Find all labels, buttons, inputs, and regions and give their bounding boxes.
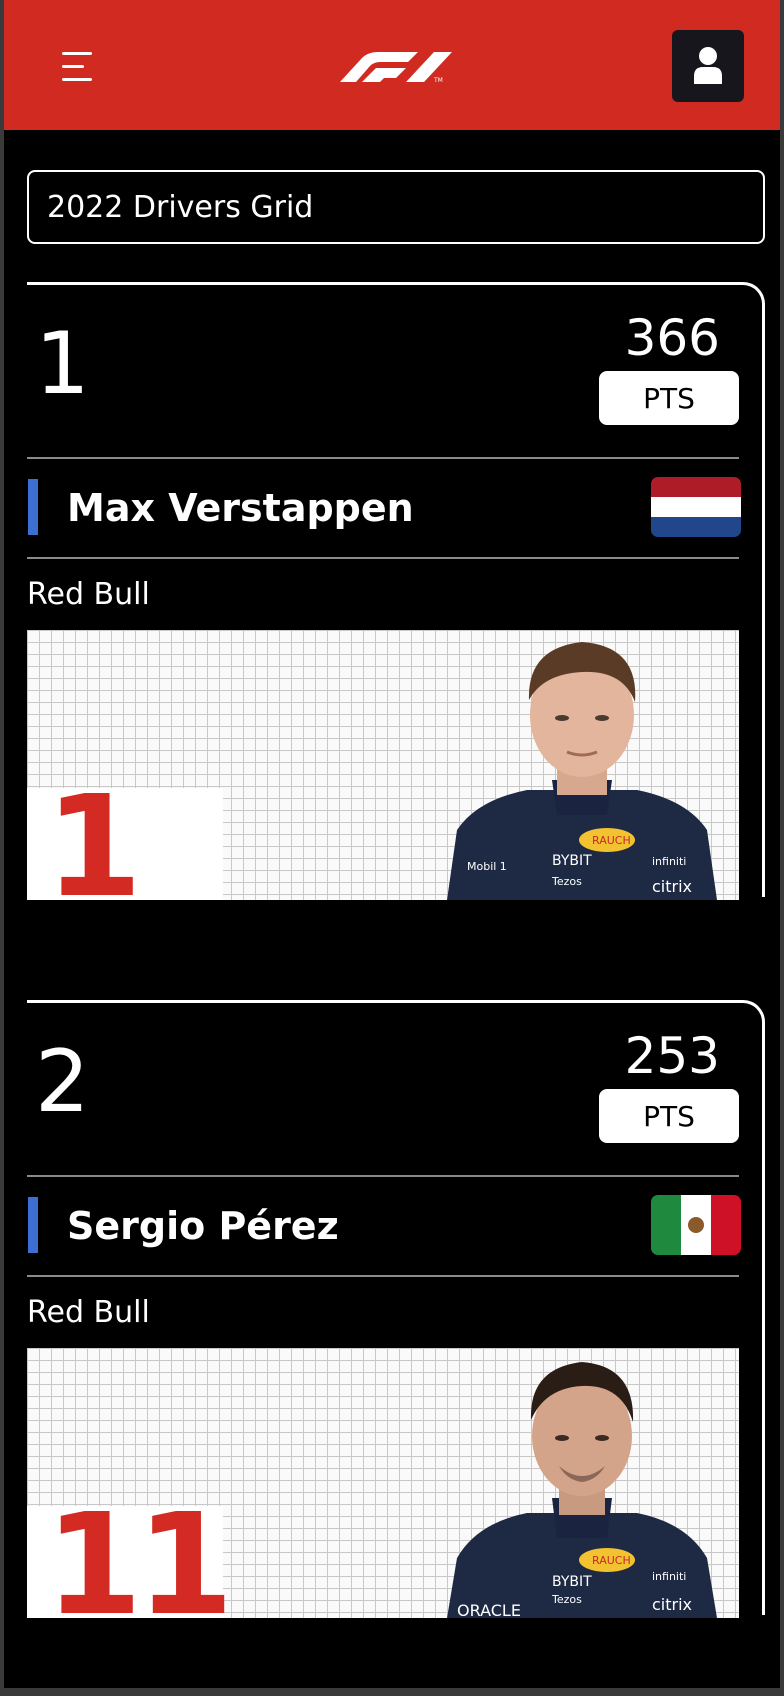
svg-text:TM: TM <box>433 77 443 84</box>
svg-text:Tezos: Tezos <box>551 1593 582 1606</box>
search-input[interactable] <box>27 170 765 244</box>
driver-position: 2 <box>35 1032 90 1132</box>
driver-name: Sergio Pérez <box>67 1204 339 1248</box>
svg-text:Tezos: Tezos <box>551 875 582 888</box>
driver-photo: 11 RAUCH BYBIT Tezos ORACLE infiniti cit… <box>27 1348 739 1618</box>
svg-text:RAUCH: RAUCH <box>592 1554 631 1567</box>
account-button[interactable] <box>672 30 744 102</box>
driver-photo: 1 RAUCH BYBIT Tezos Mobil 1 infiniti cit… <box>27 630 739 900</box>
driver-name: Max Verstappen <box>67 486 414 530</box>
driver-card[interactable]: 1 366 PTS Max Verstappen Red Bull 1 RAUC… <box>27 282 765 900</box>
points-badge: PTS <box>599 1089 739 1143</box>
driver-portrait: RAUCH BYBIT Tezos ORACLE infiniti citrix <box>447 1362 717 1618</box>
driver-position: 1 <box>35 314 90 414</box>
points-badge: PTS <box>599 371 739 425</box>
svg-text:infiniti: infiniti <box>652 855 686 868</box>
netherlands-flag-icon <box>651 477 741 537</box>
number-panel: 1 <box>27 778 223 900</box>
hamburger-menu-icon[interactable] <box>62 50 106 84</box>
divider <box>27 457 739 459</box>
svg-text:citrix: citrix <box>652 877 692 896</box>
divider <box>27 1175 739 1177</box>
svg-text:ORACLE: ORACLE <box>457 1601 521 1618</box>
mexico-flag-icon <box>651 1195 741 1255</box>
number-panel: 11 <box>27 1496 234 1618</box>
driver-points: 366 <box>624 309 720 367</box>
driver-points: 253 <box>624 1027 720 1085</box>
driver-card[interactable]: 2 253 PTS Sergio Pérez Red Bull 11 RAUCH… <box>27 1000 765 1618</box>
team-color-bar <box>28 479 38 535</box>
driver-number: 1 <box>45 766 142 901</box>
svg-text:RAUCH: RAUCH <box>592 834 631 847</box>
driver-number: 11 <box>45 1484 234 1619</box>
svg-text:BYBIT: BYBIT <box>552 853 592 869</box>
team-name: Red Bull <box>27 1295 150 1330</box>
svg-text:Mobil 1: Mobil 1 <box>467 860 507 873</box>
divider <box>27 557 739 559</box>
svg-text:BYBIT: BYBIT <box>552 1574 592 1590</box>
top-bar: TM <box>4 0 780 130</box>
driver-portrait: RAUCH BYBIT Tezos Mobil 1 infiniti citri… <box>447 642 717 900</box>
user-icon <box>694 47 722 84</box>
team-color-bar <box>28 1197 38 1253</box>
app-frame: TM 1 366 PTS Max Verstappen Red Bull 1 <box>4 0 780 1688</box>
svg-text:infiniti: infiniti <box>652 1570 686 1583</box>
team-name: Red Bull <box>27 577 150 612</box>
f1-logo[interactable]: TM <box>334 48 456 84</box>
divider <box>27 1275 739 1277</box>
svg-text:citrix: citrix <box>652 1595 692 1614</box>
